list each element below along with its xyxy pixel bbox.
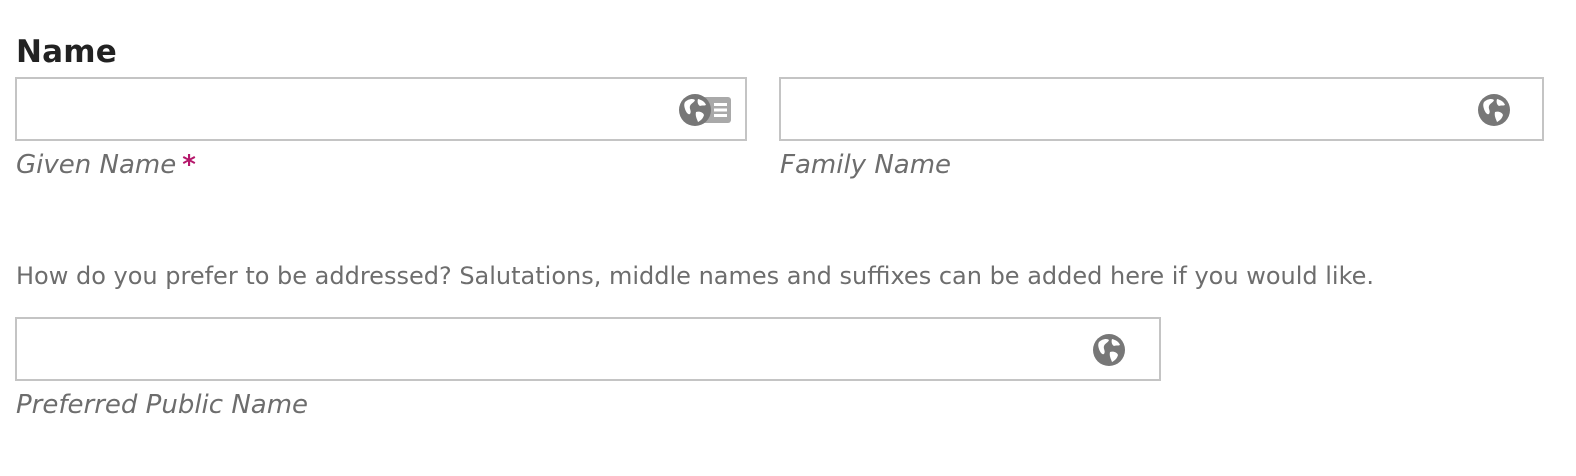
given-name-input[interactable] bbox=[17, 79, 745, 139]
given-name-label-text: Given Name bbox=[16, 150, 177, 180]
required-marker: * bbox=[182, 150, 196, 180]
family-name-field[interactable] bbox=[779, 77, 1544, 141]
globe-icon[interactable] bbox=[1092, 333, 1126, 367]
preferred-name-description: How do you prefer to be addressed? Salut… bbox=[16, 262, 1375, 290]
preferred-name-label: Preferred Public Name bbox=[16, 390, 309, 420]
globe-icon[interactable] bbox=[1477, 93, 1511, 127]
section-title: Name bbox=[16, 34, 117, 70]
preferred-name-input[interactable] bbox=[17, 319, 1159, 379]
globe-icon[interactable] bbox=[678, 93, 712, 127]
preferred-name-field[interactable] bbox=[15, 317, 1161, 381]
family-name-label: Family Name bbox=[780, 150, 952, 180]
family-name-input[interactable] bbox=[781, 79, 1542, 139]
given-name-field[interactable] bbox=[15, 77, 747, 141]
given-name-label: Given Name * bbox=[16, 150, 196, 180]
